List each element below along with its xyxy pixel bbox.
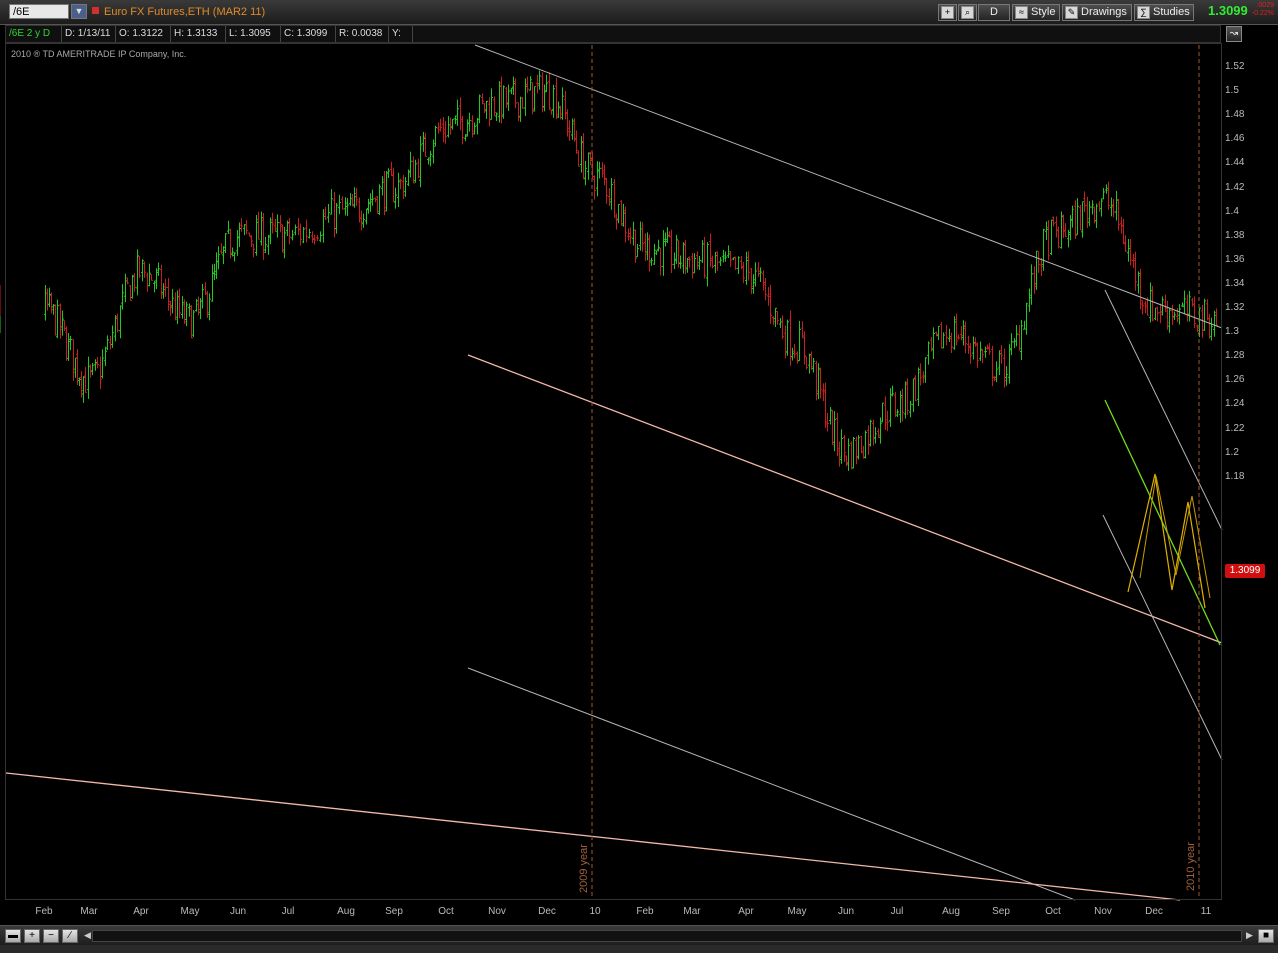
time-axis-label: Oct xyxy=(1045,906,1061,917)
price-axis-label: 1.26 xyxy=(1225,374,1245,386)
fit-button[interactable]: ■ xyxy=(1258,929,1274,943)
zoom-in-icon: + xyxy=(29,930,35,941)
time-axis-label: Mar xyxy=(80,906,98,917)
price-axis-label: 1.18 xyxy=(1225,470,1245,482)
time-axis-label: Jun xyxy=(229,906,247,917)
fit-icon: ■ xyxy=(1262,930,1270,941)
price-axis-label: 1.4 xyxy=(1225,205,1239,217)
zoom-out-icon: − xyxy=(48,930,54,941)
time-axis-label: 10 xyxy=(589,906,601,917)
time-axis-label: Aug xyxy=(942,906,960,917)
channel-lower-line[interactable] xyxy=(467,667,1076,901)
price-axis-label: 1.34 xyxy=(1225,277,1245,289)
price-axis-label: 1.28 xyxy=(1225,350,1245,362)
time-axis-label: Sep xyxy=(385,906,403,917)
scroll-left-icon[interactable]: ◀ xyxy=(84,930,91,941)
zoom-out-button[interactable]: − xyxy=(43,929,59,943)
price-axis-label: 1.48 xyxy=(1225,109,1245,121)
time-axis-label: Dec xyxy=(538,906,556,917)
time-axis-label: 11 xyxy=(1200,906,1212,917)
time-axis-label: Feb xyxy=(636,906,654,917)
year-label-2010: 2010 year xyxy=(1185,842,1197,891)
scroll-right-icon[interactable]: ▶ xyxy=(1246,930,1253,941)
price-axis-label: 1.22 xyxy=(1225,422,1245,434)
time-axis-label: Jul xyxy=(281,906,295,917)
price-axis-label: 1.42 xyxy=(1225,181,1245,193)
time-axis-label: Nov xyxy=(1094,906,1112,917)
time-axis-label: Jun xyxy=(837,906,855,917)
time-axis-label: Mar xyxy=(683,906,701,917)
time-axis-label: Feb xyxy=(35,906,53,917)
price-axis-label: 1.44 xyxy=(1225,157,1245,169)
time-axis-label: May xyxy=(180,906,200,917)
fan-line-lower[interactable] xyxy=(1102,514,1223,761)
time-axis-label: May xyxy=(787,906,807,917)
trend-line-mid[interactable] xyxy=(467,354,1223,644)
time-axis-label: Jul xyxy=(890,906,904,917)
time-axis-label: Apr xyxy=(738,906,754,917)
time-scrollbar[interactable] xyxy=(92,930,1242,942)
drawing-overlays xyxy=(5,44,1223,901)
price-axis-label: 1.3 xyxy=(1225,326,1239,338)
channel-upper-line[interactable] xyxy=(474,44,1223,329)
time-axis-label: Aug xyxy=(337,906,355,917)
zoom-in-button[interactable]: + xyxy=(24,929,40,943)
time-axis-label: Apr xyxy=(133,906,149,917)
price-axis-label: 1.52 xyxy=(1225,61,1245,72)
year-label-2009: 2009 year xyxy=(578,844,590,893)
price-axis-label: 1.24 xyxy=(1225,398,1245,410)
price-axis-label: 1.32 xyxy=(1225,302,1245,313)
time-axis-label: Oct xyxy=(438,906,454,917)
price-axis-label: 1.36 xyxy=(1225,253,1245,265)
price-axis-label: 1.38 xyxy=(1225,229,1245,241)
time-axis-label: Dec xyxy=(1145,906,1163,917)
price-chart[interactable] xyxy=(0,0,1278,953)
price-axis-label: 1.46 xyxy=(1225,133,1245,145)
last-price-tag: 1.3099 xyxy=(1225,564,1265,578)
bottom-toolbar: ▬ + − ∕ ◀ ▶ ■ xyxy=(0,925,1278,946)
draw-line-icon: ∕ xyxy=(69,930,71,941)
expand-icon: ▬ xyxy=(8,930,18,941)
price-bars xyxy=(0,70,1218,471)
status-strip xyxy=(0,945,1278,953)
price-axis-label: 1.5 xyxy=(1225,85,1239,97)
expand-button[interactable]: ▬ xyxy=(5,929,21,943)
price-axis-label: 1.2 xyxy=(1225,446,1239,458)
trend-line-bottom[interactable] xyxy=(5,772,1181,901)
year-marker-lines xyxy=(591,45,1200,900)
draw-line-button[interactable]: ∕ xyxy=(62,929,78,943)
time-axis-label: Nov xyxy=(488,906,506,917)
time-axis-label: Sep xyxy=(992,906,1010,917)
